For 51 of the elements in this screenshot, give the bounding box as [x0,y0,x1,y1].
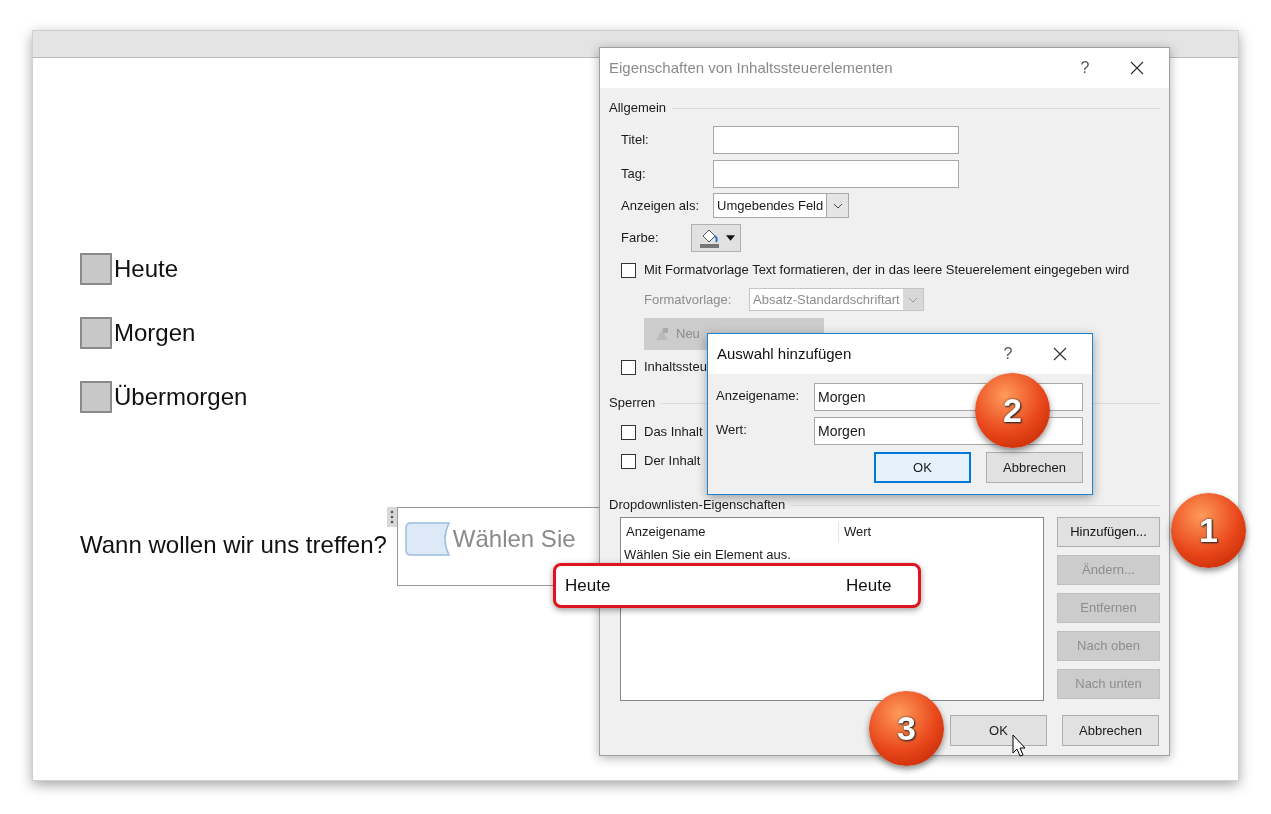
caret-icon [725,235,735,241]
dialog-button[interactable]: Abbrechen [986,452,1083,483]
dropdown[interactable]: Umgebendes Feld [713,193,850,218]
column-header[interactable]: Anzeigename [621,522,839,542]
dialog-button[interactable]: OK [950,715,1047,746]
checkbox-label: Das Inhalt [644,423,703,442]
checkbox[interactable] [621,359,636,375]
field-label: Farbe: [621,229,660,248]
section-heading: Allgemein [609,99,667,118]
field-label: Tag: [621,165,647,184]
dialog-button[interactable]: OK [874,452,971,483]
chevron-down-icon [907,296,918,303]
placeholder-text: Wählen Sie [452,527,576,551]
color-picker-button[interactable] [691,224,741,252]
side-button[interactable]: Hinzufügen... [1057,517,1160,547]
checkbox[interactable] [621,424,636,440]
checkbox-label: Heute [114,257,179,281]
checkbox[interactable] [621,262,636,278]
form-checkbox[interactable] [80,381,112,413]
checkbox-label: Übermorgen [114,385,248,409]
text-field[interactable] [713,126,959,154]
help-button[interactable]: ? [1075,56,1095,80]
field-label: Anzeigen als: [621,196,701,215]
column-header[interactable]: Wert [839,522,872,542]
field-label: Formatvorlage: [644,290,733,309]
field-label: Anzeigename: [716,387,801,405]
checkbox-label: Mit Formatvorlage Text formatieren, der in das leere Steuerelement eingegeben wird [644,261,1130,280]
field-label: Wert: [716,421,748,439]
checkbox[interactable] [621,453,636,469]
checkbox-label: Morgen [114,321,196,345]
question-text: Wann wollen wir uns treffen? [80,533,387,557]
field-label: Titel: [621,131,650,150]
paint-bucket-icon [697,227,720,249]
form-checkbox[interactable] [80,317,112,349]
checkbox-label: Inhaltssteu [644,358,707,377]
section-heading: Sperren [609,394,656,413]
form-checkbox[interactable] [80,253,112,285]
text-field[interactable] [713,160,959,188]
close-icon[interactable] [1053,347,1067,361]
drag-handle-icon[interactable] [386,507,397,527]
close-icon[interactable] [1130,61,1144,75]
chevron-down-icon [832,202,843,209]
callout-text: Heute [846,574,892,597]
dialog-title: Auswahl hinzufügen [717,343,853,364]
dialog-button[interactable]: Abbrechen [1062,715,1159,746]
control-tab-icon [404,522,451,556]
help-button[interactable]: ? [998,342,1018,366]
cursor-icon [1012,734,1028,758]
style-icon [654,326,670,342]
dialog-title: Eigenschaften von Inhaltssteuerelementen [609,57,894,78]
checkbox-label: Der Inhalt [644,452,701,471]
